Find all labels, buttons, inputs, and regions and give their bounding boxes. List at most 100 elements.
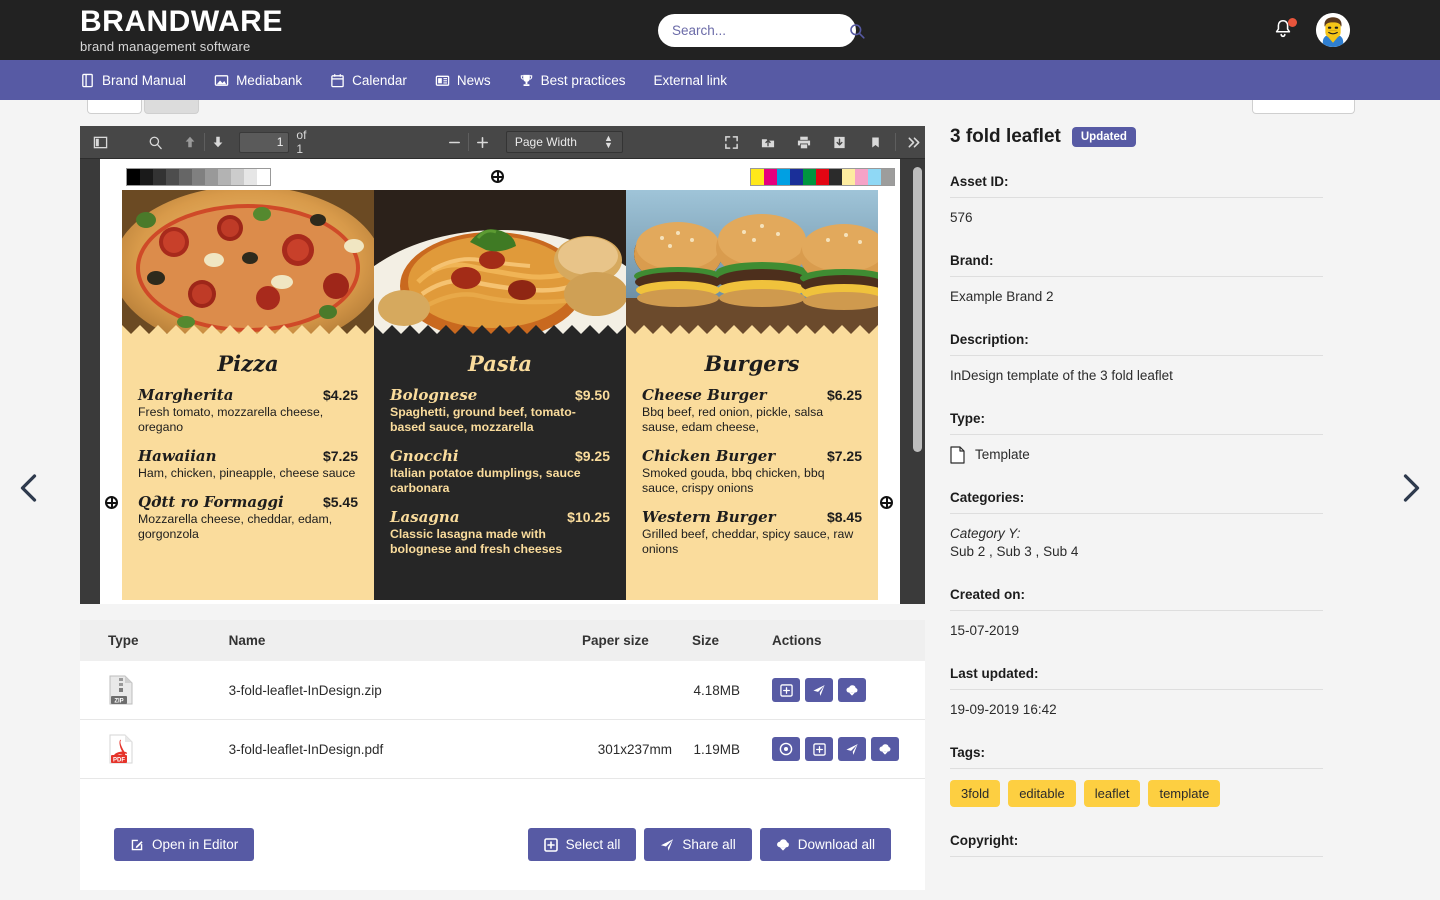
search-input[interactable]: [672, 23, 849, 38]
column-header-name: Name: [218, 620, 572, 661]
field-description: Description: InDesign template of the 3 …: [950, 332, 1370, 385]
more-tools-button[interactable]: [903, 130, 925, 155]
add-to-selection-button[interactable]: [805, 737, 833, 761]
menu-item-name: Cheese Burger: [642, 386, 767, 404]
chevrons-right-icon: [908, 136, 920, 148]
menu-item-desc: Fresh tomato, mozzarella cheese, oregano: [138, 405, 324, 434]
next-page-button[interactable]: [208, 130, 230, 155]
table-row[interactable]: PDF 3-fold-leaflet-InDesign.pdf 301x237m…: [80, 719, 925, 779]
open-file-button[interactable]: [757, 130, 779, 155]
download-button[interactable]: [838, 678, 866, 702]
zoom-in-button[interactable]: [472, 130, 494, 155]
registration-mark-right: [880, 496, 893, 509]
file-action-buttons: [772, 678, 915, 702]
menu-item-name: Lasagna: [390, 508, 460, 526]
download-all-button[interactable]: Download all: [759, 828, 891, 861]
nav-item-news[interactable]: News: [435, 73, 491, 88]
leaflet-panels: Pizza Margherita $4.25 Fresh tomato, moz…: [122, 190, 878, 600]
cut-off-tab-group: [87, 100, 199, 114]
bookmark-icon: [872, 136, 879, 148]
image-icon: [214, 74, 229, 86]
menu-item-desc: Bbq beef, red onion, pickle, salsa sause…: [642, 405, 824, 434]
nav-item-external-link[interactable]: External link: [653, 73, 727, 88]
nav-item-calendar[interactable]: Calendar: [330, 73, 407, 88]
tag-item[interactable]: leaflet: [1083, 780, 1141, 807]
add-to-selection-icon: [779, 683, 793, 697]
zoom-select-wrapper[interactable]: Page Width ▲ ▼: [505, 131, 623, 153]
field-value: InDesign template of the 3 fold leaflet: [950, 368, 1173, 383]
field-label: Categories:: [950, 490, 1323, 514]
menu-item-price: $8.45: [826, 509, 862, 525]
share-button[interactable]: [838, 737, 866, 761]
file-action-buttons: [772, 737, 915, 761]
menu-item-name: Margherita: [138, 386, 234, 404]
cut-off-tab-right[interactable]: [1252, 100, 1355, 114]
notifications-button[interactable]: [1272, 18, 1297, 42]
avatar[interactable]: [1316, 13, 1350, 47]
zigzag-edge: [626, 325, 878, 335]
nav-item-brand-manual[interactable]: Brand Manual: [80, 73, 186, 88]
open-in-editor-button[interactable]: Open in Editor: [114, 828, 255, 861]
download-button[interactable]: [871, 737, 899, 761]
search-icon[interactable]: [849, 23, 865, 39]
sidebar-toggle-button[interactable]: [90, 130, 112, 155]
tag-list: 3fold editable leaflet template: [950, 769, 1370, 807]
tag-item[interactable]: 3fold: [950, 780, 1001, 807]
zigzag-edge: [374, 325, 626, 335]
brand-logo[interactable]: BRANDWARE brand management software: [80, 5, 283, 54]
select-all-button[interactable]: Select all: [527, 828, 637, 861]
menu-item: Bolognese $9.50 Spaghetti, ground beef, …: [390, 386, 610, 435]
pdf-page: Pizza Margherita $4.25 Fresh tomato, moz…: [100, 159, 900, 604]
logo-wordmark: BRANDWARE: [80, 5, 283, 38]
field-label: Brand:: [950, 253, 1323, 277]
nav-item-mediabank[interactable]: Mediabank: [214, 73, 302, 88]
nav-label: Brand Manual: [102, 72, 187, 88]
print-button[interactable]: [793, 130, 815, 155]
toolbar-divider: [895, 133, 897, 151]
menu-item-desc: Italian potatoe dumplings, sauce carbona…: [390, 466, 581, 495]
field-value: 576: [950, 210, 973, 225]
cut-off-tab-one[interactable]: [87, 100, 142, 114]
menu-item: Gnocchi $9.25 Italian potatoe dumplings,…: [390, 447, 610, 496]
search-box[interactable]: [658, 14, 865, 47]
previous-page-button[interactable]: [179, 130, 201, 155]
add-to-selection-icon: [812, 742, 826, 756]
asset-detail-panel: 3 fold leaflet Updated Asset ID: 576 Bra…: [950, 126, 1370, 900]
pdf-vertical-scrollbar[interactable]: [913, 167, 922, 452]
panel-title: Pasta: [468, 351, 532, 376]
page-number-input[interactable]: [239, 131, 290, 153]
asset-title-row: 3 fold leaflet Updated: [950, 126, 1370, 148]
nav-item-best-practices[interactable]: Best practices: [519, 73, 625, 88]
presentation-mode-button[interactable]: [721, 130, 743, 155]
notification-dot: [1288, 18, 1297, 27]
bookmark-button[interactable]: [864, 130, 886, 155]
previous-asset-button[interactable]: [12, 470, 48, 506]
toolbar-divider: [203, 133, 205, 151]
newspaper-icon: [435, 75, 450, 86]
tag-item[interactable]: template: [1148, 780, 1221, 807]
field-label: Description:: [950, 332, 1323, 356]
open-file-icon: [761, 138, 774, 147]
menu-item-price: $5.45: [322, 494, 358, 510]
column-header-actions: Actions: [750, 620, 925, 661]
table-row[interactable]: ZIP 3-fold-leaflet-InDesign.zip 4.18MB: [80, 661, 925, 720]
share-all-button[interactable]: Share all: [644, 828, 752, 861]
menu-item-desc: Grilled beef, cheddar, spicy sauce, raw …: [642, 527, 854, 556]
menu-items: Bolognese $9.50 Spaghetti, ground beef, …: [374, 376, 626, 557]
pdf-canvas-area[interactable]: Pizza Margherita $4.25 Fresh tomato, moz…: [80, 159, 925, 604]
cut-off-tab-two[interactable]: [144, 100, 199, 114]
leaflet-panel-burgers: Burgers Cheese Burger $6.25 Bbq beef, re…: [626, 190, 878, 600]
field-label: Created on:: [950, 587, 1323, 611]
zoom-out-button[interactable]: [443, 130, 465, 155]
zoom-level-select[interactable]: Page Width: [505, 131, 623, 153]
download-button[interactable]: [829, 130, 851, 155]
add-to-selection-button[interactable]: [772, 678, 800, 702]
files-table-head: Type Name Paper size Size Actions: [80, 620, 925, 661]
next-asset-button[interactable]: [1392, 470, 1428, 506]
find-button[interactable]: [145, 130, 167, 155]
share-button[interactable]: [805, 678, 833, 702]
nav-label: Calendar: [352, 72, 407, 88]
tag-item[interactable]: editable: [1008, 780, 1076, 807]
logo-tagline: brand management software: [80, 39, 251, 54]
preview-button[interactable]: [772, 737, 800, 761]
